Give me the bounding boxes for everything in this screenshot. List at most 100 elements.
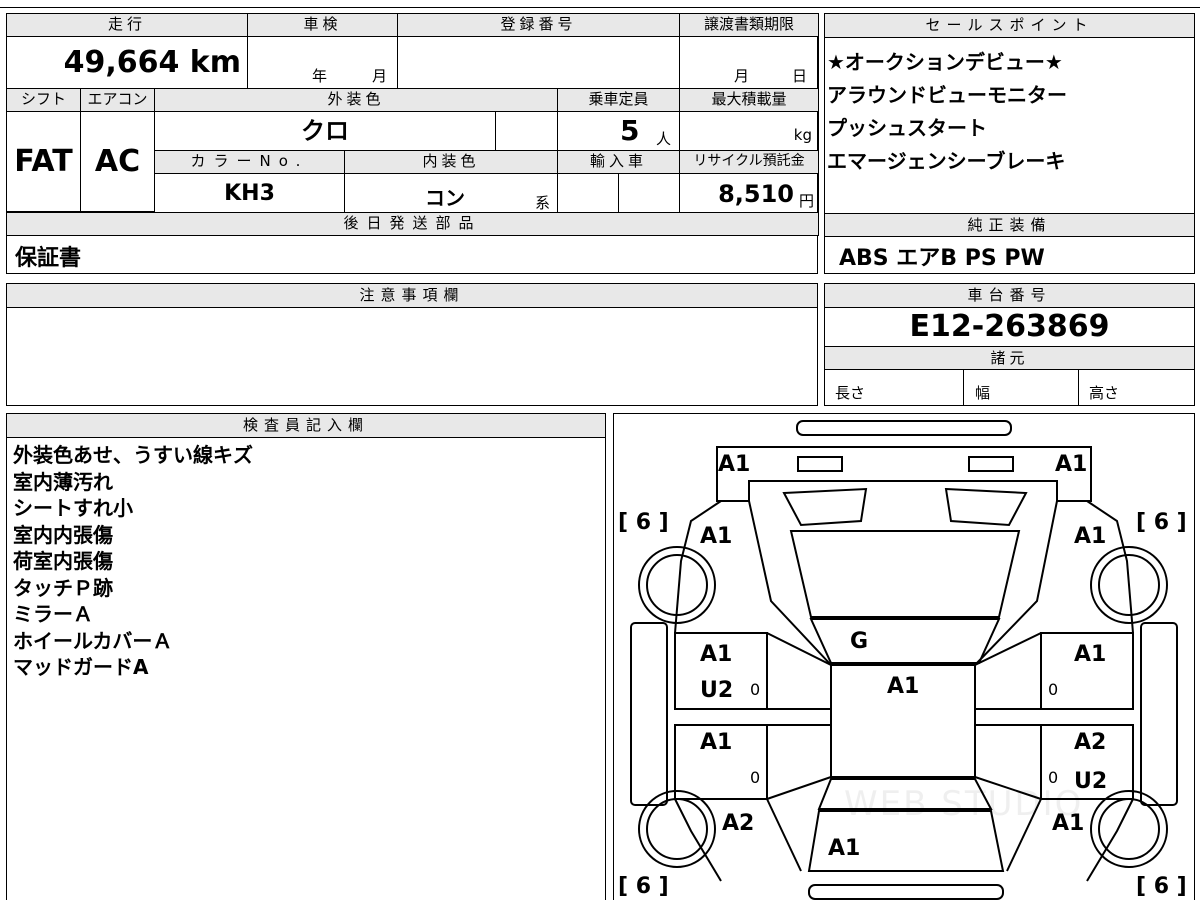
transfer-deadline-value: 月 日 (679, 36, 819, 89)
inspector-line: マッドガードA (13, 655, 149, 679)
mileage-value: 49,664 km (6, 36, 248, 89)
transfer-deadline-label: 譲渡書類期限 (679, 13, 819, 37)
rear-bumper (808, 884, 1004, 900)
headlight-right (968, 456, 1014, 472)
int-color-label: 内装色 (344, 150, 558, 174)
recycle-unit: 円 (798, 192, 814, 210)
mark-front-left: A1 (718, 452, 751, 477)
ac-label: エアコン (80, 88, 155, 112)
capacity-unit: 人 (656, 130, 672, 148)
sales-points-box: セールスポイント ★オークションデビュー★ アラウンドビューモニター プッシュス… (824, 13, 1195, 274)
mark-door-rl: A1 (700, 730, 733, 755)
spec-divider-2 (1078, 370, 1079, 406)
chassis-value: E12-263869 (909, 309, 1110, 344)
tire-fr: [ 6 ] (1136, 510, 1187, 535)
recycle-value-cell: 8,510 円 (679, 173, 819, 213)
damage-diagram-box: A1 A1 A1 A1 G A1 A1 U2 A1 A1 A2 U2 A2 A1… (613, 413, 1195, 900)
ext-color-label: 外装色 (154, 88, 558, 112)
later-parts-label: 後日発送部品 (6, 212, 819, 236)
sales-point-item: ★オークションデビュー★ (827, 50, 1063, 74)
inspector-label: 検査員記入欄 (7, 414, 605, 438)
left-rear-line (766, 798, 802, 872)
inspector-line: ホイールカバーＡ (13, 628, 173, 653)
int-color-suffix: 系 (535, 194, 551, 212)
right-rear-quarter (1086, 798, 1134, 882)
sales-point-item: アラウンドビューモニター (827, 83, 1067, 107)
shaken-label: 車検 (247, 13, 398, 37)
headlight-left (797, 456, 843, 472)
shaken-value: 年 月 (247, 36, 398, 89)
color-no-value: KH3 (154, 173, 345, 213)
mark-rear-center: A1 (828, 836, 861, 861)
shaken-month: 月 (372, 67, 388, 85)
windshield-outline (789, 530, 1021, 618)
int-color-value: コン (425, 186, 465, 210)
tire-rr: [ 6 ] (1136, 874, 1187, 899)
door-num-fr: 0 (1048, 680, 1059, 699)
right-fender-line (974, 500, 1058, 666)
spec-width: 幅 (975, 384, 991, 402)
capacity-value: 5 (620, 114, 640, 147)
import-value-1 (557, 173, 619, 213)
registration-value (397, 36, 680, 89)
shift-value: FAT (6, 111, 81, 212)
right-body-line (1086, 500, 1134, 634)
inspector-line: タッチＰ跡 (13, 575, 113, 600)
spec-length: 長さ (835, 384, 866, 402)
transfer-month: 月 (734, 67, 750, 85)
chassis-label: 車台番号 (825, 284, 1194, 308)
inspector-line: シートすれ小 (13, 496, 133, 520)
watermark: WEB STUDIO (844, 784, 1084, 824)
mark-fender-right: A1 (1074, 524, 1107, 549)
mark-door-fl-1: A1 (700, 642, 733, 667)
left-body-line (674, 500, 722, 634)
capacity-value-cell: 5 人 (557, 111, 680, 151)
door-num-rl: 0 (750, 768, 761, 787)
inspector-line: 外装色あせ、うすい線キズ (13, 443, 253, 467)
chassis-box: 車台番号 E12-263869 諸元 長さ 幅 高さ (824, 283, 1195, 406)
color-no-label: カラーNo. (154, 150, 345, 174)
recycle-value: 8,510 (718, 180, 794, 208)
int-color-cell: コン 系 (344, 173, 558, 213)
shaken-year: 年 (312, 67, 328, 85)
vent-left (782, 487, 868, 527)
later-parts-value: 保証書 (15, 246, 82, 271)
inspector-line: 室内薄汚れ (13, 469, 113, 494)
left-fender-line (748, 500, 832, 666)
mark-door-rr-1: A2 (1074, 730, 1107, 755)
sales-point-item: エマージェンシーブレーキ (827, 149, 1066, 173)
sales-point-item: プッシュスタート (827, 116, 987, 140)
import-label: 輸入車 (557, 150, 680, 174)
hood-outline (716, 446, 1092, 502)
windshield-lower (809, 618, 1001, 664)
tire-fl: [ 6 ] (618, 510, 669, 535)
mark-rear-left: A2 (722, 811, 755, 836)
mark-windshield: G (850, 629, 869, 654)
transfer-day: 日 (792, 67, 808, 85)
shift-label: シフト (6, 88, 81, 112)
skirt-right (1140, 622, 1178, 806)
recycle-label: リサイクル預託金 (679, 150, 819, 174)
mark-door-fr: A1 (1074, 642, 1107, 667)
inspector-line: 室内内張傷 (13, 522, 113, 547)
inspector-box: 検査員記入欄 外装色あせ、うすい線キズ 室内薄汚れ シートすれ小 室内内張傷 荷… (6, 413, 606, 900)
vehicle-info-box: 走行 車検 登録番号 譲渡書類期限 49,664 km 年 月 月 日 シフト … (6, 13, 819, 274)
ext-color-value: クロ (154, 111, 496, 151)
ext-color-extra (495, 111, 558, 151)
tire-rl: [ 6 ] (618, 874, 669, 899)
maxload-value-cell: kg (679, 111, 819, 151)
skirt-left (630, 622, 668, 806)
spec-divider-1 (963, 370, 964, 406)
notes-label: 注意事項欄 (7, 284, 817, 308)
maxload-unit: kg (793, 126, 812, 144)
ac-value: AC (80, 111, 155, 212)
equipment-value: ABS エアB PS PW (839, 246, 1045, 271)
maxload-label: 最大積載量 (679, 88, 819, 112)
top-strip (0, 0, 1200, 8)
door-num-fl: 0 (750, 680, 761, 699)
front-bumper (796, 420, 1012, 436)
equipment-label: 純正装備 (825, 213, 1194, 237)
mileage-label: 走行 (6, 13, 248, 37)
sales-points-label: セールスポイント (825, 14, 1194, 38)
notes-box: 注意事項欄 (6, 283, 818, 406)
